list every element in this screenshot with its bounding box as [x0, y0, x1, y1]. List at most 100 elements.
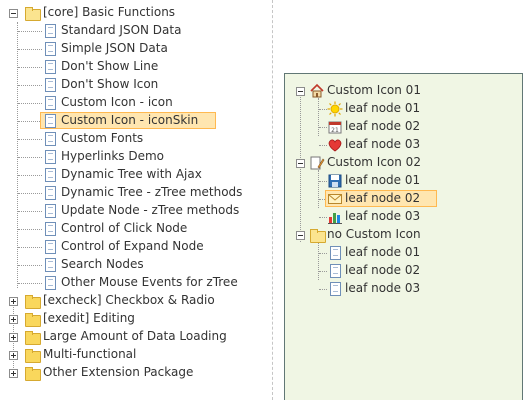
- expand-toggle-icon[interactable]: [9, 297, 18, 306]
- tree-leaf-label[interactable]: leaf node 02: [342, 190, 423, 207]
- menu-folder-label[interactable]: [exedit] Editing: [40, 310, 138, 327]
- collapse-toggle-icon[interactable]: [9, 9, 18, 18]
- collapse-toggle-icon[interactable]: [296, 159, 305, 168]
- menu-item-dynamic-ajax[interactable]: Dynamic Tree with Ajax: [0, 166, 260, 184]
- menu-item-hyperlinks[interactable]: Hyperlinks Demo: [0, 148, 260, 166]
- tree-line: [18, 229, 42, 230]
- tree-group-custom-icon-01[interactable]: Custom Icon 01: [285, 82, 515, 100]
- tree-line: [18, 103, 42, 104]
- menu-folder-label[interactable]: [excheck] Checkbox & Radio: [40, 292, 218, 309]
- folder-icon: [24, 329, 41, 345]
- menu-root-node[interactable]: [core] Basic Functions: [0, 4, 260, 22]
- expand-toggle-icon[interactable]: [9, 369, 18, 378]
- tree-leaf[interactable]: leaf node 01: [285, 172, 515, 190]
- tree-line: [319, 109, 327, 110]
- menu-item-label[interactable]: Custom Icon - icon: [58, 94, 176, 111]
- tree-leaf-label[interactable]: leaf node 03: [342, 280, 423, 297]
- tree-line: [18, 31, 42, 32]
- tree-line: [319, 253, 327, 254]
- page-icon: [42, 41, 58, 57]
- collapse-toggle-icon[interactable]: [296, 87, 305, 96]
- expand-toggle-icon[interactable]: [9, 315, 18, 324]
- menu-item-mouse-events[interactable]: Other Mouse Events for zTree: [0, 274, 260, 292]
- folder-icon: [24, 311, 41, 327]
- menu-item-label[interactable]: Control of Expand Node: [58, 238, 207, 255]
- menu-folder-extension[interactable]: Other Extension Package: [0, 364, 260, 382]
- menu-folder-excheck[interactable]: [excheck] Checkbox & Radio: [0, 292, 260, 310]
- menu-item-label[interactable]: Search Nodes: [58, 256, 147, 273]
- tree-leaf-label[interactable]: leaf node 01: [342, 100, 423, 117]
- mail-icon: [328, 194, 342, 204]
- bar-chart-icon: [328, 213, 342, 224]
- tree-line: [319, 271, 327, 272]
- menu-folder-exedit[interactable]: [exedit] Editing: [0, 310, 260, 328]
- menu-item-label[interactable]: Update Node - zTree methods: [58, 202, 242, 219]
- tree-leaf[interactable]: leaf node 01: [285, 100, 515, 118]
- tree-leaf-label[interactable]: leaf node 01: [342, 172, 423, 189]
- tree-leaf[interactable]: 21 leaf node 02: [285, 118, 515, 136]
- expand-toggle-icon[interactable]: [9, 333, 18, 342]
- menu-item-label[interactable]: Standard JSON Data: [58, 22, 184, 39]
- menu-item-label[interactable]: Simple JSON Data: [58, 40, 171, 57]
- menu-item-custom-icon-icon[interactable]: Custom Icon - icon: [0, 94, 260, 112]
- tree-group-no-custom-icon[interactable]: no Custom Icon: [285, 226, 515, 244]
- collapse-toggle-icon[interactable]: [296, 231, 305, 240]
- menu-item-custom-fonts[interactable]: Custom Fonts: [0, 130, 260, 148]
- folder-icon: [24, 347, 41, 363]
- open-folder-icon: [24, 5, 41, 21]
- menu-item-expand-node[interactable]: Control of Expand Node: [0, 238, 260, 256]
- menu-item-label[interactable]: Custom Icon - iconSkin: [58, 112, 201, 129]
- menu-item-simple-json[interactable]: Simple JSON Data: [0, 40, 260, 58]
- menu-item-search-nodes[interactable]: Search Nodes: [0, 256, 260, 274]
- menu-folder-label[interactable]: Other Extension Package: [40, 364, 196, 381]
- panel-divider: [272, 0, 273, 400]
- menu-folder-large-data[interactable]: Large Amount of Data Loading: [0, 328, 260, 346]
- tree-group-custom-icon-02[interactable]: Custom Icon 02: [285, 154, 515, 172]
- tree-leaf-label[interactable]: leaf node 01: [342, 244, 423, 261]
- tree-group-label[interactable]: no Custom Icon: [324, 226, 424, 243]
- menu-item-click-node[interactable]: Control of Click Node: [0, 220, 260, 238]
- menu-folder-label[interactable]: Large Amount of Data Loading: [40, 328, 230, 345]
- page-icon: [42, 221, 58, 237]
- tree-leaf-label[interactable]: leaf node 02: [342, 118, 423, 135]
- menu-item-label[interactable]: Custom Fonts: [58, 130, 146, 147]
- page-icon: [42, 239, 58, 255]
- demo-menu-tree: [core] Basic Functions Standard JSON Dat…: [0, 0, 268, 400]
- menu-item-dont-show-line[interactable]: Don't Show Line: [0, 58, 260, 76]
- tree-line: [319, 127, 327, 128]
- menu-item-custom-icon-iconskin[interactable]: Custom Icon - iconSkin: [0, 112, 260, 130]
- menu-item-label[interactable]: Don't Show Icon: [58, 76, 161, 93]
- page-icon: [42, 77, 58, 93]
- menu-item-standard-json[interactable]: Standard JSON Data: [0, 22, 260, 40]
- menu-root-label[interactable]: [core] Basic Functions: [40, 4, 178, 21]
- menu-folder-multi-functional[interactable]: Multi-functional: [0, 346, 260, 364]
- menu-item-label[interactable]: Don't Show Line: [58, 58, 161, 75]
- tree-line: [319, 145, 327, 146]
- menu-item-label[interactable]: Other Mouse Events for zTree: [58, 274, 241, 291]
- tree-line: [319, 289, 327, 290]
- tree-leaf[interactable]: leaf node 03: [285, 208, 515, 226]
- expand-toggle-icon[interactable]: [9, 351, 18, 360]
- open-folder-icon: [309, 227, 326, 243]
- menu-item-dynamic-methods[interactable]: Dynamic Tree - zTree methods: [0, 184, 260, 202]
- tree-leaf[interactable]: leaf node 03: [285, 136, 515, 154]
- menu-item-dont-show-icon[interactable]: Don't Show Icon: [0, 76, 260, 94]
- menu-folder-label[interactable]: Multi-functional: [40, 346, 139, 363]
- tree-leaf-selected[interactable]: leaf node 02: [285, 190, 515, 208]
- tree-leaf[interactable]: leaf node 02: [285, 262, 515, 280]
- tree-leaf-label[interactable]: leaf node 03: [342, 208, 423, 225]
- tree-line: [18, 49, 42, 50]
- menu-item-label[interactable]: Dynamic Tree with Ajax: [58, 166, 205, 183]
- menu-item-label[interactable]: Dynamic Tree - zTree methods: [58, 184, 245, 201]
- tree-leaf-label[interactable]: leaf node 03: [342, 136, 423, 153]
- tree-leaf[interactable]: leaf node 01: [285, 244, 515, 262]
- tree-leaf-label[interactable]: leaf node 02: [342, 262, 423, 279]
- menu-item-update-node[interactable]: Update Node - zTree methods: [0, 202, 260, 220]
- tree-leaf[interactable]: leaf node 03: [285, 280, 515, 298]
- menu-item-label[interactable]: Control of Click Node: [58, 220, 190, 237]
- menu-item-label[interactable]: Hyperlinks Demo: [58, 148, 167, 165]
- tree-line: [18, 247, 42, 248]
- tree-group-label[interactable]: Custom Icon 02: [324, 154, 424, 171]
- tree-line: [319, 217, 327, 218]
- tree-group-label[interactable]: Custom Icon 01: [324, 82, 424, 99]
